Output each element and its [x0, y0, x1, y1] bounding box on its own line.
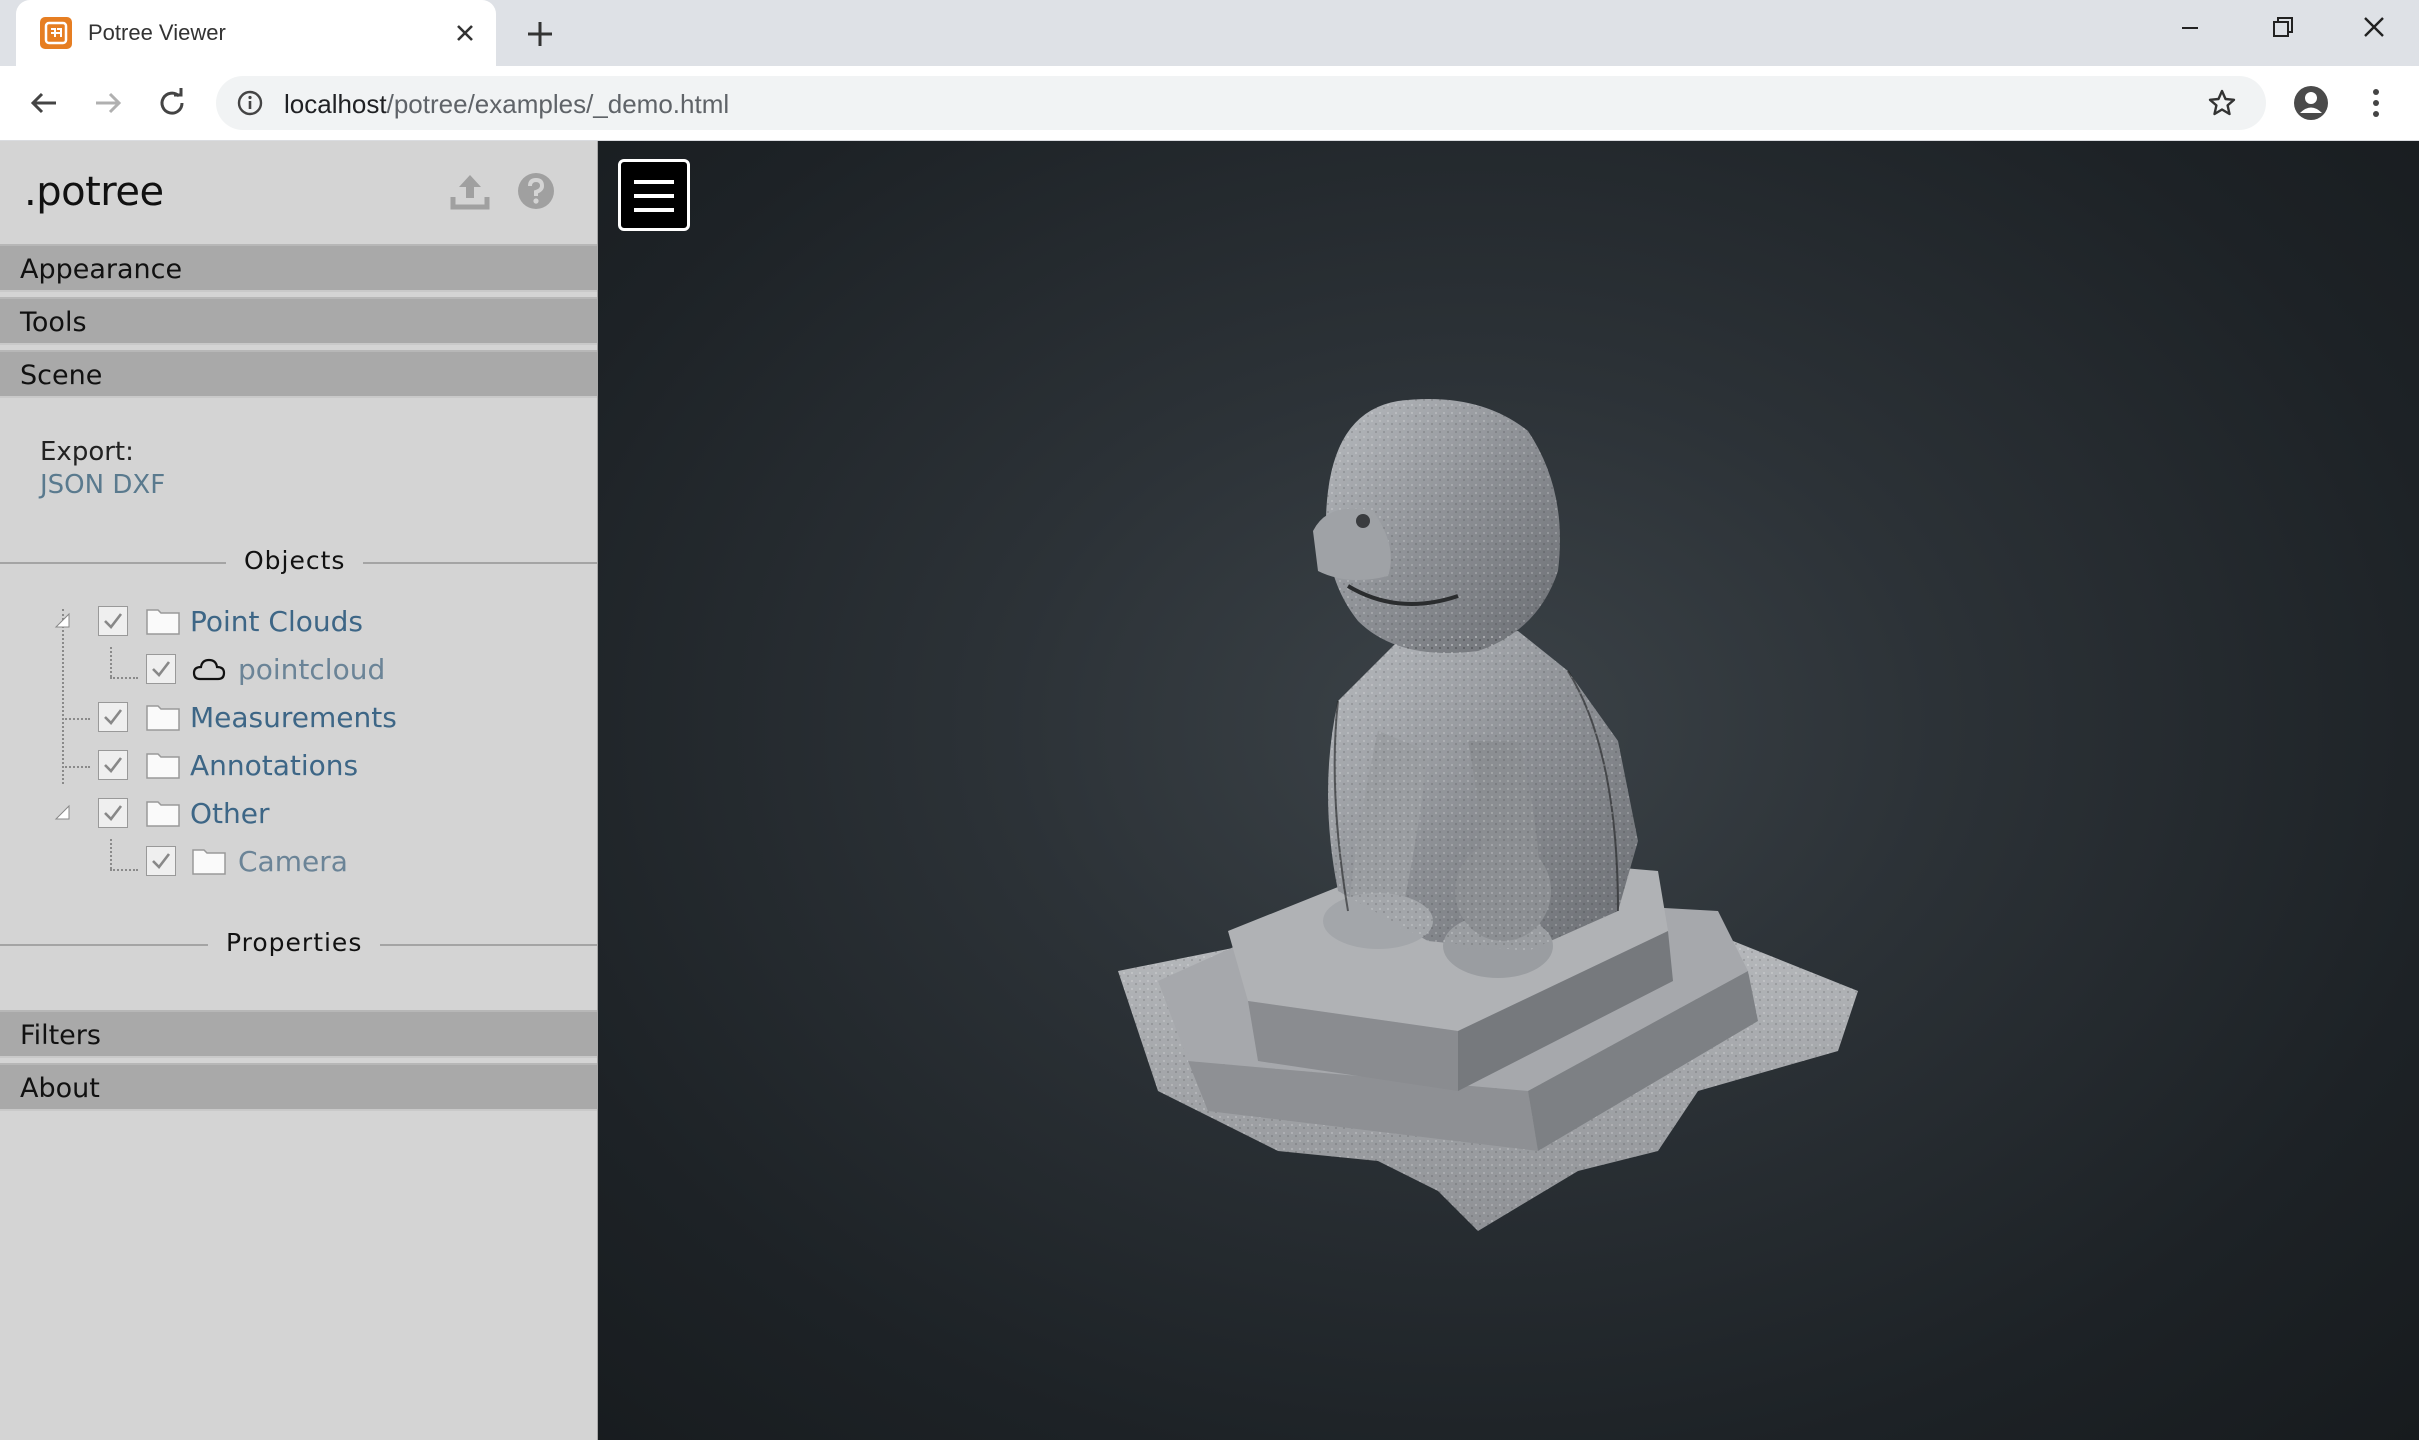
section-filters-label: Filters [20, 1020, 101, 1051]
tree-checkbox[interactable] [146, 846, 176, 876]
tab-close-icon[interactable] [450, 18, 480, 48]
tree-checkbox[interactable] [98, 702, 128, 732]
url-host: localhost [284, 89, 387, 119]
url-path: /potree/examples/_demo.html [386, 89, 730, 119]
address-bar[interactable]: localhost/potree/examples/_demo.html [216, 76, 2266, 130]
hamburger-bar [634, 194, 674, 198]
hamburger-bar [634, 208, 674, 212]
tree-label[interactable]: Measurements [190, 701, 397, 734]
cloud-icon [192, 655, 226, 683]
folder-icon [146, 799, 180, 827]
section-scene-label: Scene [20, 360, 103, 391]
menu-toggle-hamburger-icon[interactable] [618, 159, 690, 231]
tree-label[interactable]: Annotations [190, 749, 358, 782]
url-text: localhost/potree/examples/_demo.html [284, 89, 729, 120]
tree-expand-toggle-icon[interactable] [54, 804, 72, 822]
export-dxf-link[interactable]: DXF [112, 470, 165, 500]
folder-icon [146, 703, 180, 731]
section-scene[interactable]: Scene [0, 350, 597, 398]
export-links: JSON DXF [40, 470, 165, 500]
tree-item-annotations[interactable]: Annotations [52, 745, 472, 785]
tree-item-measurements[interactable]: Measurements [52, 697, 472, 737]
tree-label[interactable]: Other [190, 797, 270, 830]
potree-brand: .potree [24, 169, 164, 215]
tree-label[interactable]: pointcloud [238, 653, 385, 686]
tree-label[interactable]: Camera [238, 845, 348, 878]
potree-render-area[interactable] [598, 141, 2419, 1440]
objects-title: Objects [226, 546, 364, 575]
properties-title: Properties [208, 928, 381, 957]
forward-arrow-icon[interactable] [88, 83, 128, 123]
tree-checkbox[interactable] [146, 654, 176, 684]
profile-avatar-icon[interactable] [2292, 84, 2330, 122]
new-tab-plus-icon[interactable] [522, 16, 558, 52]
folder-icon [146, 607, 180, 635]
tree-expand-toggle-icon[interactable] [54, 612, 72, 630]
section-filters[interactable]: Filters [0, 1010, 597, 1058]
section-tools-label: Tools [20, 307, 87, 338]
tree-checkbox[interactable] [98, 798, 128, 828]
help-icon[interactable] [514, 169, 558, 213]
section-appearance[interactable]: Appearance [0, 244, 597, 292]
reload-icon[interactable] [152, 83, 192, 123]
tab-title: Potree Viewer [88, 20, 226, 45]
folder-icon [146, 751, 180, 779]
section-about-label: About [20, 1073, 100, 1104]
lion-statue-pointcloud [1118, 399, 1858, 1231]
upload-icon[interactable] [448, 169, 492, 213]
browser-toolbar: localhost/potree/examples/_demo.html [0, 66, 2419, 141]
potree-favicon-icon [40, 17, 72, 49]
export-json-link[interactable]: JSON [40, 470, 104, 500]
export-label: Export: [40, 437, 134, 467]
folder-icon [192, 847, 226, 875]
tree-item-point-clouds[interactable]: Point Clouds [52, 601, 472, 641]
back-arrow-icon[interactable] [24, 83, 64, 123]
browser-menu-icon[interactable] [2364, 84, 2388, 122]
info-icon[interactable] [236, 89, 264, 117]
window-restore-icon[interactable] [2258, 10, 2306, 46]
browser-tab-bar: Potree Viewer [0, 0, 2419, 66]
tree-item-pointcloud[interactable]: pointcloud [100, 649, 500, 689]
tree-item-camera[interactable]: Camera [100, 841, 500, 881]
window-close-icon[interactable] [2350, 10, 2398, 46]
potree-sidebar: .potree Appearance Tools Scene Export: J… [0, 141, 598, 1440]
browser-tab[interactable]: Potree Viewer [16, 0, 496, 66]
tree-item-other[interactable]: Other [52, 793, 472, 833]
section-appearance-label: Appearance [20, 254, 183, 285]
section-about[interactable]: About [0, 1063, 597, 1111]
section-tools[interactable]: Tools [0, 297, 597, 345]
tree-label[interactable]: Point Clouds [190, 605, 363, 638]
tree-checkbox[interactable] [98, 606, 128, 636]
hamburger-bar [634, 180, 674, 184]
tree-checkbox[interactable] [98, 750, 128, 780]
window-minimize-icon[interactable] [2166, 10, 2214, 46]
bookmark-star-icon[interactable] [2206, 87, 2238, 119]
